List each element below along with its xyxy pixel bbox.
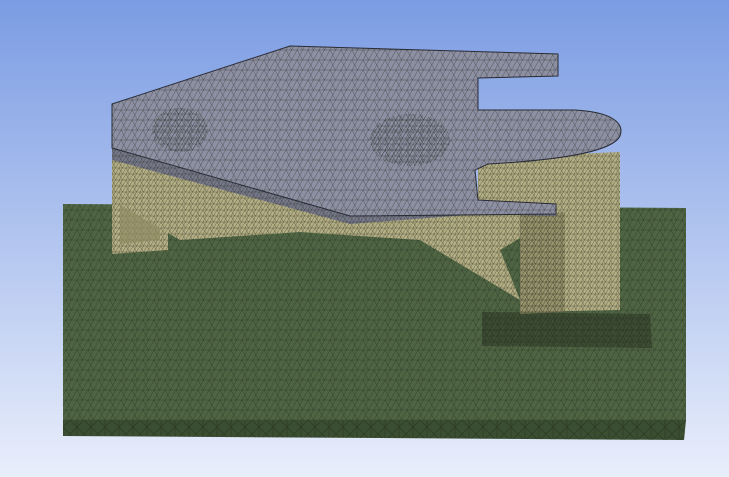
mesh-scene[interactable]: [0, 0, 729, 477]
graphics-viewport[interactable]: [0, 0, 729, 477]
plate-refined-patch-center: [370, 114, 450, 166]
plate-refined-patch-left: [152, 108, 208, 152]
